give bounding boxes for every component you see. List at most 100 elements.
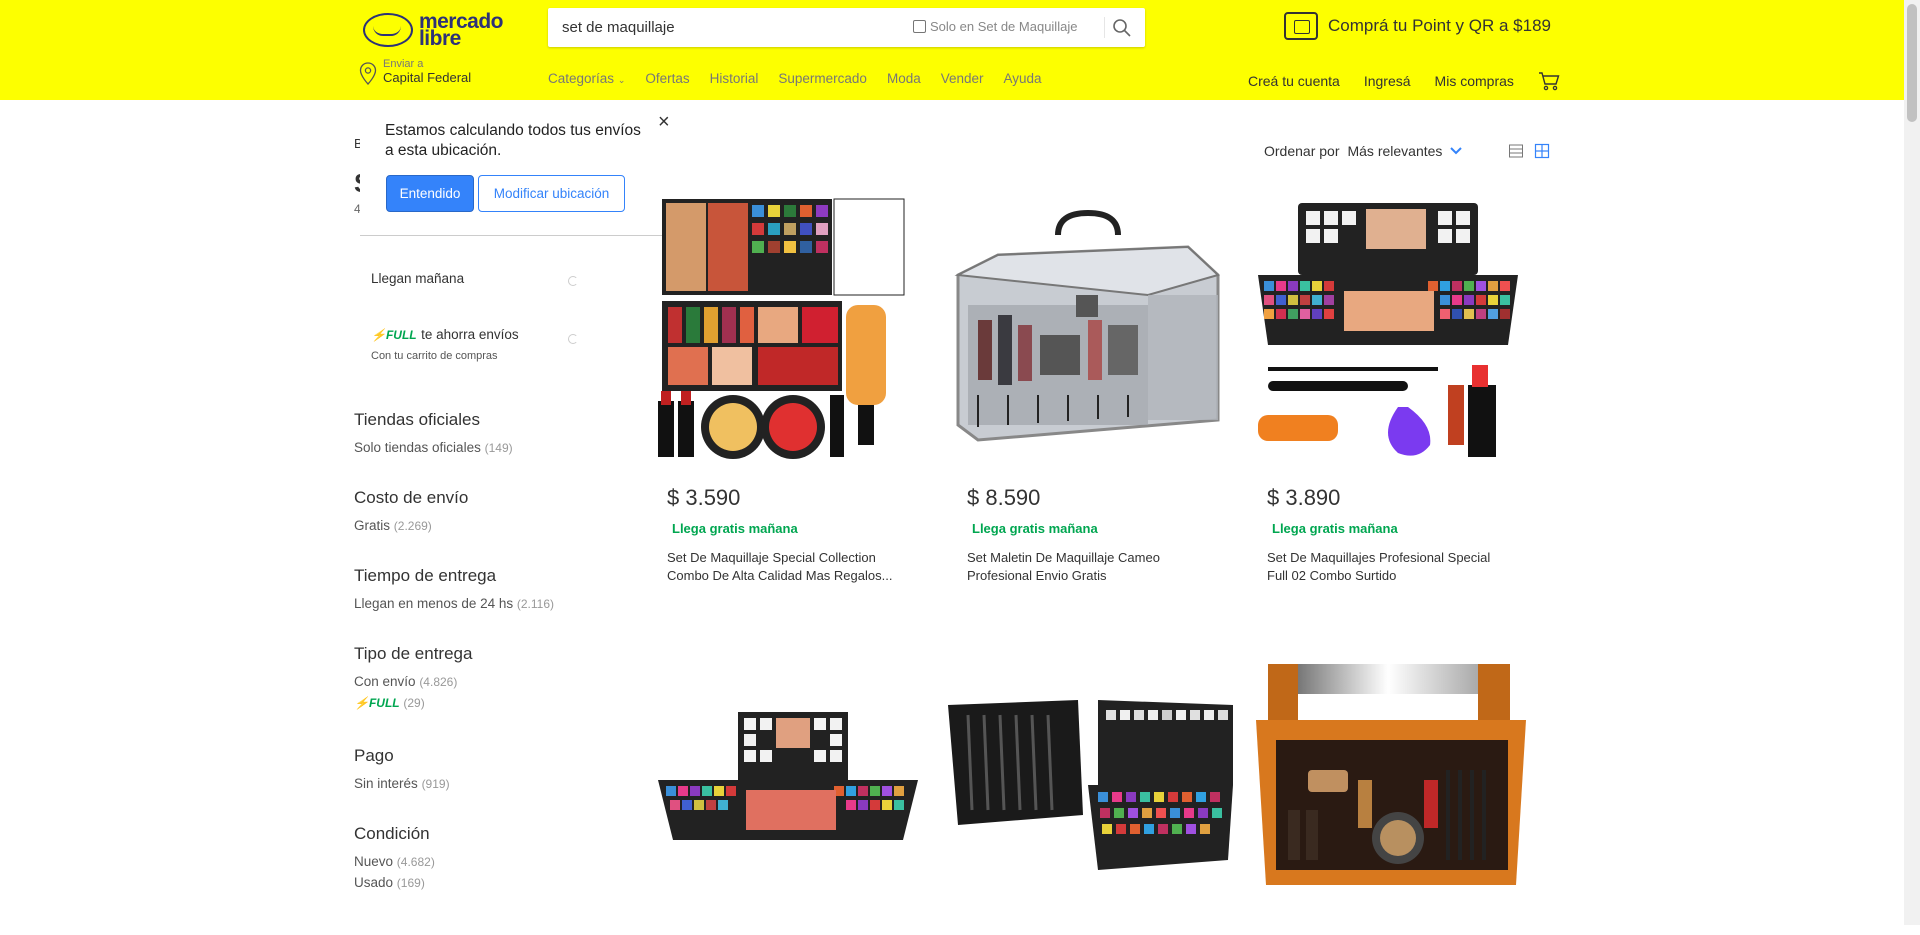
filter-title: Tipo de entrega: [354, 644, 473, 663]
location-pin-icon: [359, 62, 377, 85]
sort-bar: Ordenar por Más relevantes: [1264, 143, 1550, 159]
my-purchases-link[interactable]: Mis compras: [1435, 73, 1514, 89]
filter-option[interactable]: Con envío (4.826): [354, 674, 614, 689]
chevron-down-icon: ⌄: [617, 75, 626, 85]
create-account-link[interactable]: Creá tu cuenta: [1248, 73, 1340, 89]
product-image[interactable]: [648, 195, 933, 465]
search-scope-label: Solo en Set de Maquillaje: [930, 19, 1078, 34]
filter-group-condicion: Condición Nuevo (4.682) Usado (169): [354, 824, 614, 890]
filter-groups: Tiendas oficiales Solo tiendas oficiales…: [354, 410, 614, 890]
filter-option[interactable]: Llegan en menos de 24 hs (2.116): [354, 596, 614, 611]
toggle-label: te ahorra envíos: [421, 327, 519, 342]
modify-location-button[interactable]: Modificar ubicación: [478, 175, 625, 212]
user-nav: Creá tu cuenta Ingresá Mis compras: [1248, 71, 1560, 91]
nav-moda[interactable]: Moda: [887, 71, 921, 86]
nav-ofertas[interactable]: Ofertas: [645, 71, 689, 86]
toggle-llegan-manana[interactable]: Llegan mañana: [371, 270, 578, 288]
main-nav: Categorías ⌄ Ofertas Historial Supermerc…: [548, 71, 1062, 86]
search-icon[interactable]: [1112, 18, 1132, 38]
grid-view-icon[interactable]: [1534, 143, 1550, 159]
understood-button[interactable]: Entendido: [386, 175, 474, 212]
filter-group-tipo-entrega: Tipo de entrega Con envío (4.826) ⚡FULL …: [354, 644, 614, 746]
nav-vender[interactable]: Vender: [941, 71, 984, 86]
product-title[interactable]: Set De Maquillajes Profesional Special F…: [1248, 549, 1498, 585]
nav-categorias[interactable]: Categorías ⌄: [548, 71, 625, 86]
product-price: $ 8.590: [967, 485, 1041, 510]
point-device-icon: [1284, 12, 1318, 40]
product-card[interactable]: $ 3.890 Llega gratis mañana Set De Maqui…: [1248, 195, 1533, 585]
filter-option-full[interactable]: ⚡FULL (29): [354, 695, 614, 710]
login-link[interactable]: Ingresá: [1364, 73, 1411, 89]
filter-option[interactable]: Gratis (2.269): [354, 518, 614, 533]
nav-supermercado[interactable]: Supermercado: [778, 71, 867, 86]
makeup-palette-image: [658, 198, 905, 459]
sort-select[interactable]: Más relevantes: [1347, 143, 1442, 159]
product-card[interactable]: [1248, 660, 1533, 930]
product-card[interactable]: $ 3.590 Llega gratis mañana Set De Maqui…: [648, 195, 933, 585]
toggle-switch-icon[interactable]: [568, 334, 578, 344]
promo-banner[interactable]: Comprá tu Point y QR a $189: [1284, 12, 1551, 40]
chevron-down-icon[interactable]: [1450, 147, 1463, 155]
product-price: $ 3.590: [667, 485, 741, 510]
mercadolibre-logo[interactable]: mercado libre: [363, 10, 504, 50]
logo-text: mercado libre: [419, 11, 504, 49]
location-value: Capital Federal: [383, 70, 472, 85]
filter-option[interactable]: Sin interés (919): [354, 776, 614, 791]
tooltip-message: Estamos calculando todos tus envíos a es…: [385, 122, 641, 159]
product-image[interactable]: [948, 195, 1233, 465]
full-bolt-icon: ⚡: [354, 696, 369, 710]
list-view-icon[interactable]: [1508, 143, 1524, 159]
toggle-full[interactable]: ⚡FULL te ahorra envíos Con tu carrito de…: [371, 326, 578, 362]
filter-group-pago: Pago Sin interés (919): [354, 746, 614, 824]
product-image[interactable]: [1248, 195, 1533, 465]
product-title[interactable]: Set De Maquillaje Special Collection Com…: [648, 549, 898, 585]
filter-title: Condición: [354, 824, 430, 843]
search-scope-checkbox[interactable]: Solo en Set de Maquillaje: [913, 19, 1077, 34]
toggle-switch-icon[interactable]: [568, 276, 578, 286]
filter-title: Tiempo de entrega: [354, 566, 497, 585]
product-image[interactable]: [648, 660, 933, 930]
search-divider: [1104, 17, 1105, 38]
nav-historial[interactable]: Historial: [710, 71, 759, 86]
makeup-brush-kit-image: [948, 700, 1233, 870]
promo-text: Comprá tu Point y QR a $189: [1328, 16, 1552, 35]
close-icon[interactable]: ×: [658, 111, 670, 134]
makeup-palette-image: [1258, 203, 1518, 457]
filter-option[interactable]: Solo tiendas oficiales (149): [354, 440, 614, 455]
filter-group-tiempo-entrega: Tiempo de entrega Llegan en menos de 24 …: [354, 566, 614, 644]
handshake-logo-icon: [363, 13, 413, 47]
shipping-location[interactable]: Enviar a Capital Federal: [359, 58, 471, 86]
filter-title: Costo de envío: [354, 488, 469, 507]
makeup-case-image: [954, 209, 1220, 442]
nav-ayuda[interactable]: Ayuda: [1004, 71, 1042, 86]
scrollbar-thumb[interactable]: [1907, 4, 1917, 122]
product-card[interactable]: [948, 660, 1233, 930]
checkbox-icon[interactable]: [913, 20, 926, 33]
filter-title: Tiendas oficiales: [354, 410, 480, 429]
filter-option[interactable]: Usado (169): [354, 875, 614, 890]
filter-title: Pago: [354, 746, 394, 765]
filter-option[interactable]: Nuevo (4.682): [354, 854, 614, 869]
location-label: Enviar a: [383, 58, 424, 70]
sort-label: Ordenar por: [1264, 143, 1340, 159]
full-badge: FULL: [385, 328, 417, 342]
product-price: $ 3.890: [1267, 485, 1341, 510]
product-image[interactable]: [1248, 660, 1533, 930]
shipping-label: Llega gratis mañana: [672, 521, 798, 536]
product-card[interactable]: [648, 660, 933, 930]
product-title[interactable]: Set Maletin De Maquillaje Cameo Profesio…: [948, 549, 1198, 585]
shipping-label: Llega gratis mañana: [1272, 521, 1398, 536]
filter-group-tiendas: Tiendas oficiales Solo tiendas oficiales…: [354, 410, 614, 488]
page-scrollbar[interactable]: [1904, 0, 1920, 925]
full-bolt-icon: ⚡: [371, 328, 386, 342]
makeup-palette-image: [658, 712, 918, 840]
product-card[interactable]: $ 8.590 Llega gratis mañana Set Maletin …: [948, 195, 1233, 585]
header: mercado libre set de maquillaje Solo en …: [0, 0, 1904, 100]
product-image[interactable]: [948, 660, 1233, 930]
location-tooltip: Estamos calculando todos tus envíos a es…: [360, 111, 670, 236]
search-input[interactable]: set de maquillaje: [562, 19, 675, 36]
cart-icon[interactable]: [1538, 71, 1560, 91]
toggle-label: Llegan mañana: [371, 271, 465, 286]
filter-group-costo-envio: Costo de envío Gratis (2.269): [354, 488, 614, 566]
search-bar[interactable]: set de maquillaje Solo en Set de Maquill…: [548, 8, 1145, 47]
